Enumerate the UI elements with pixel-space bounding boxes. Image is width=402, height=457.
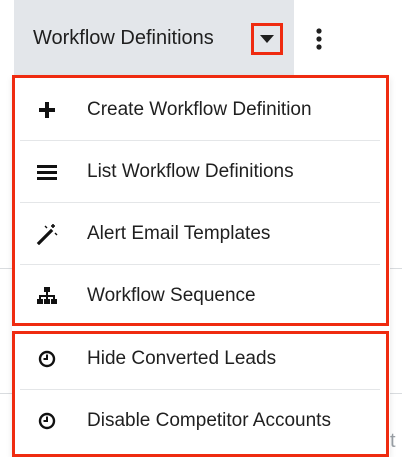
magic-wand-icon — [35, 222, 59, 246]
sitemap-icon — [35, 284, 59, 308]
menu-item-label: Disable Competitor Accounts — [87, 409, 331, 431]
menu-item-disable-competitor-accounts[interactable]: Disable Competitor Accounts — [20, 390, 380, 451]
menu-item-alert-email-templates[interactable]: Alert Email Templates — [20, 203, 380, 264]
menu-item-label: Alert Email Templates — [87, 222, 271, 244]
menu-item-workflow-sequence[interactable]: Workflow Sequence — [20, 265, 380, 326]
clock-icon — [35, 409, 59, 433]
menu-item-label: Create Workflow Definition — [87, 98, 312, 120]
module-dropdown-menu: Create Workflow Definition List Workflow… — [0, 0, 402, 457]
menu-item-create-workflow-definition[interactable]: Create Workflow Definition — [20, 79, 380, 140]
list-icon — [35, 160, 59, 184]
menu-item-label: Workflow Sequence — [87, 284, 256, 306]
menu-item-list-workflow-definitions[interactable]: List Workflow Definitions — [20, 141, 380, 202]
screen: t Workflow Definitions Create Workflow D… — [0, 0, 402, 457]
menu-item-label: List Workflow Definitions — [87, 160, 294, 182]
clock-icon — [35, 347, 59, 371]
menu-item-label: Hide Converted Leads — [87, 347, 277, 369]
plus-icon — [35, 98, 59, 122]
menu-item-hide-converted-leads[interactable]: Hide Converted Leads — [20, 328, 380, 389]
